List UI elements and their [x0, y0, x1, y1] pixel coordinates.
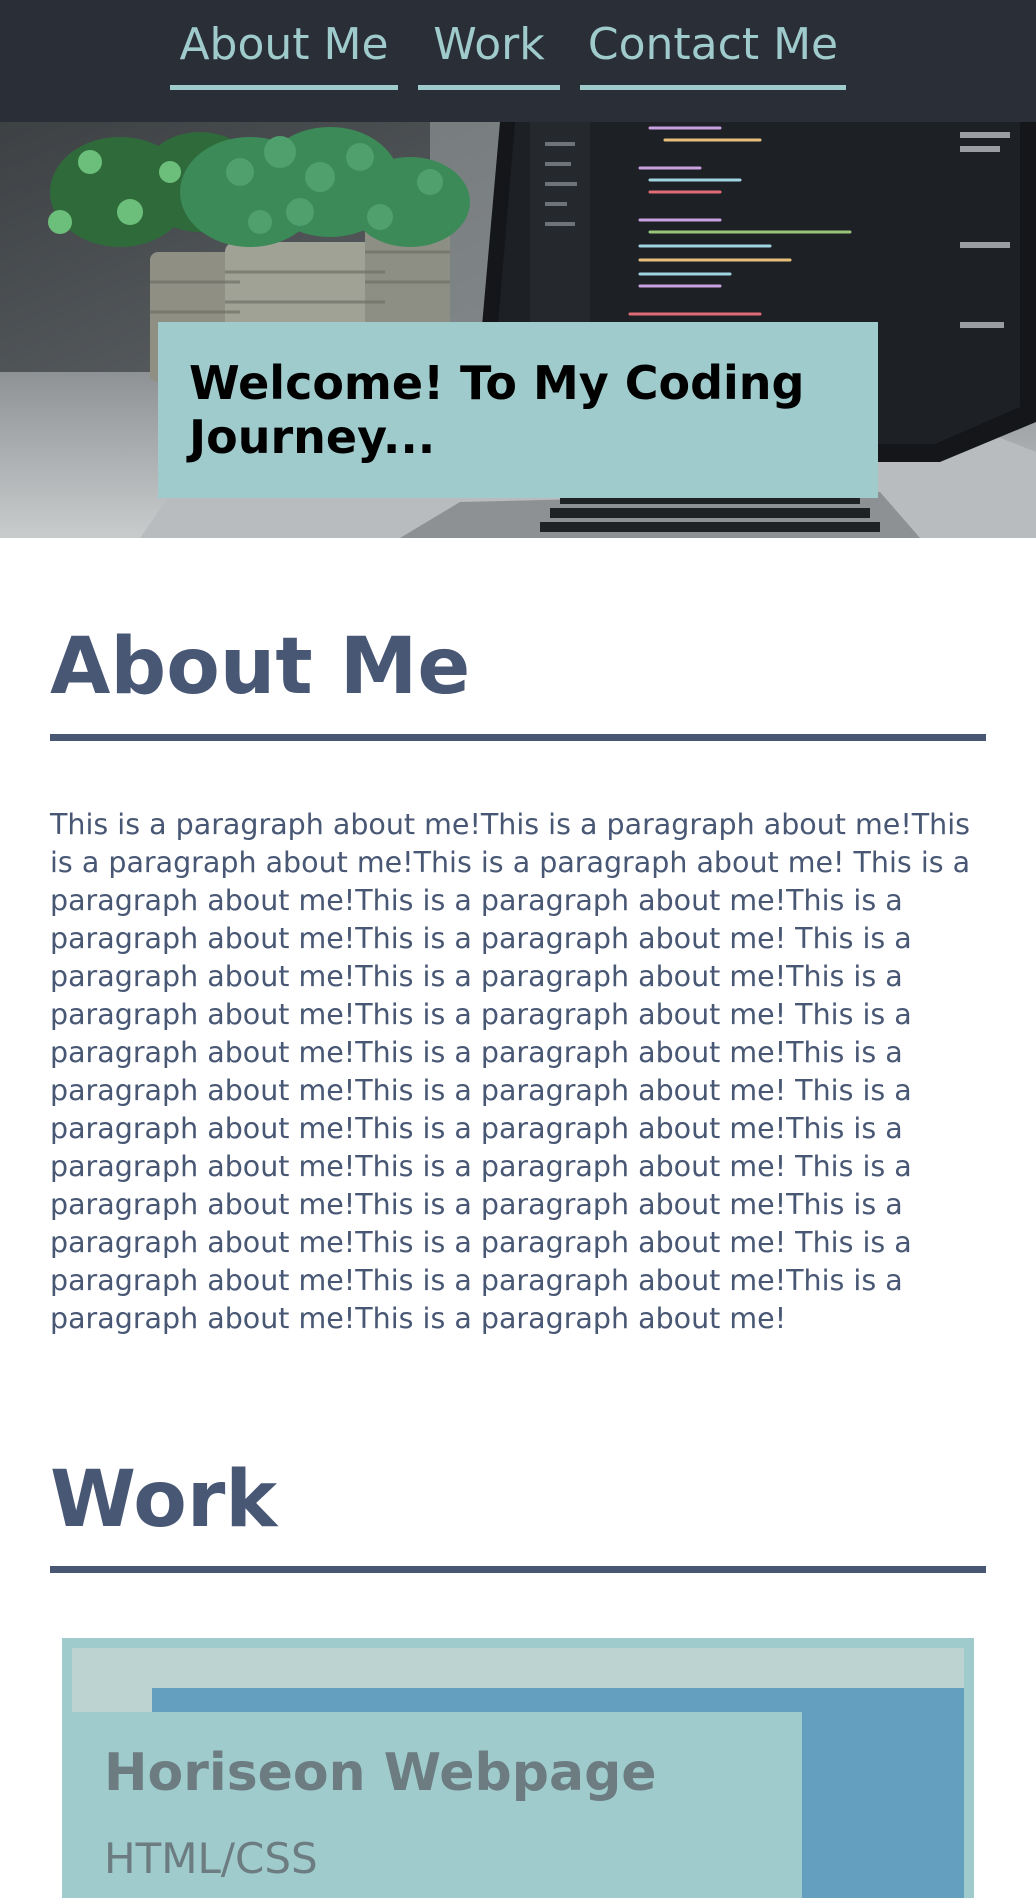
hero-title: Welcome! To My Coding Journey...	[189, 356, 805, 464]
project-tech: HTML/CSS	[104, 1834, 318, 1883]
project-title: Horiseon Webpage	[104, 1743, 657, 1803]
nav-link-work[interactable]: Work	[418, 0, 560, 90]
about-heading: About Me	[50, 622, 471, 712]
work-heading: Work	[50, 1455, 278, 1545]
hero-title-card: Welcome! To My Coding Journey...	[158, 322, 878, 498]
top-nav: About Me Work Contact Me	[0, 0, 1036, 122]
about-paragraph: This is a paragraph about me!This is a p…	[50, 808, 971, 1335]
hero-banner: Welcome! To My Coding Journey...	[0, 122, 1036, 538]
project-card-horiseon[interactable]: Horiseon Webpage HTML/CSS	[62, 1638, 974, 1898]
about-divider	[50, 734, 986, 741]
nav-link-contact[interactable]: Contact Me	[580, 0, 846, 90]
nav-link-about[interactable]: About Me	[170, 0, 398, 90]
work-divider	[50, 1566, 986, 1573]
